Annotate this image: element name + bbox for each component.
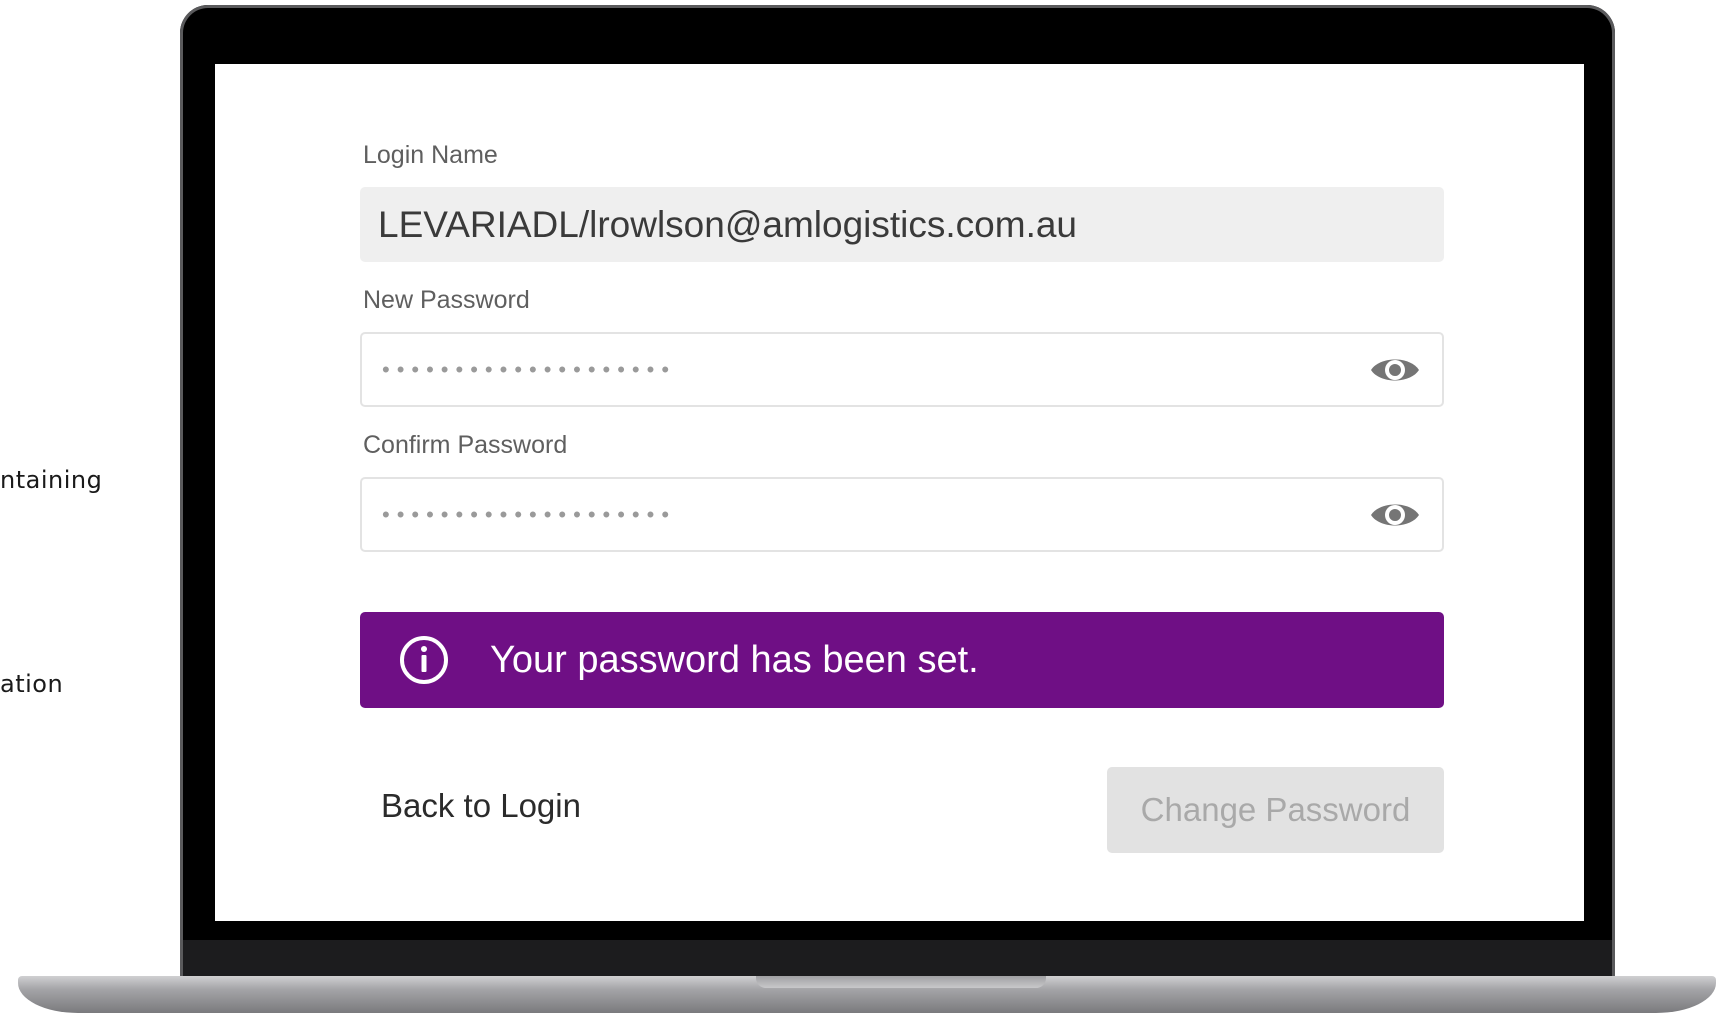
info-icon bbox=[400, 636, 448, 684]
eye-icon[interactable] bbox=[1368, 495, 1422, 535]
change-password-button[interactable]: Change Password bbox=[1107, 767, 1444, 853]
confirm-password-value: •••••••••••••••••••• bbox=[382, 501, 677, 527]
notice-text: Your password has been set. bbox=[490, 638, 979, 681]
login-name-field: LEVARIADL/lrowlson@amlogistics.com.au bbox=[360, 187, 1444, 262]
page: ntaining ation Login Name LEVARIADL/lrow… bbox=[0, 0, 1716, 1013]
confirm-password-field[interactable]: •••••••••••••••••••• bbox=[360, 477, 1444, 552]
side-caption-2: ation bbox=[0, 670, 64, 698]
eye-icon[interactable] bbox=[1368, 350, 1422, 390]
login-name-value: LEVARIADL/lrowlson@amlogistics.com.au bbox=[378, 203, 1078, 245]
login-name-label: Login Name bbox=[363, 141, 498, 169]
side-caption-1: ntaining bbox=[0, 466, 103, 494]
back-to-login-link[interactable]: Back to Login bbox=[381, 787, 581, 825]
laptop-base bbox=[18, 976, 1716, 1013]
new-password-label: New Password bbox=[363, 286, 530, 314]
new-password-field[interactable]: •••••••••••••••••••• bbox=[360, 332, 1444, 407]
new-password-value: •••••••••••••••••••• bbox=[382, 356, 677, 382]
laptop-notch bbox=[756, 976, 1046, 988]
success-notice: Your password has been set. bbox=[360, 612, 1444, 708]
confirm-password-label: Confirm Password bbox=[363, 431, 568, 459]
